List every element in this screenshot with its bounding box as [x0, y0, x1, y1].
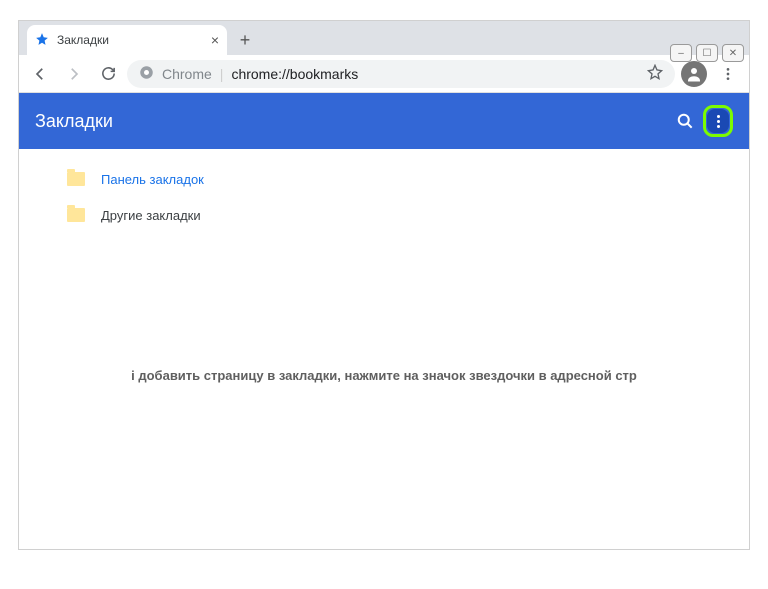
minimize-button[interactable]: –	[670, 44, 692, 62]
close-window-button[interactable]: ✕	[722, 44, 744, 62]
bookmark-folder-list: Панель закладок Другие закладки	[19, 149, 749, 245]
browser-window: – ☐ ✕ Закладки × + Chrome |	[18, 20, 750, 550]
tab-title: Закладки	[57, 33, 203, 47]
back-button[interactable]	[25, 59, 55, 89]
profile-avatar[interactable]	[681, 61, 707, 87]
folder-other-bookmarks[interactable]: Другие закладки	[19, 197, 749, 233]
maximize-button[interactable]: ☐	[696, 44, 718, 62]
star-icon	[35, 32, 49, 49]
folder-label: Другие закладки	[101, 208, 201, 223]
reload-button[interactable]	[93, 59, 123, 89]
empty-state-hint: і добавить страницу в закладки, нажмите …	[18, 368, 750, 383]
browser-menu-button[interactable]	[713, 59, 743, 89]
site-chrome-icon	[139, 65, 154, 83]
bookmark-star-icon[interactable]	[647, 64, 663, 83]
page-title: Закладки	[35, 111, 667, 132]
bookmarks-header: Закладки	[19, 93, 749, 149]
folder-icon	[67, 208, 85, 222]
tab-strip: Закладки × +	[19, 21, 749, 55]
window-controls: – ☐ ✕	[670, 40, 750, 62]
bookmarks-page: Закладки Панель закладок Другие закладки	[19, 93, 749, 549]
search-bookmarks-button[interactable]	[667, 103, 703, 139]
address-bar[interactable]: Chrome | chrome://bookmarks	[127, 60, 675, 88]
folder-icon	[67, 172, 85, 186]
bookmarks-more-button-highlighted[interactable]	[703, 105, 733, 137]
new-tab-button[interactable]: +	[231, 26, 259, 54]
tab-close-button[interactable]: ×	[211, 32, 219, 48]
browser-toolbar: Chrome | chrome://bookmarks	[19, 55, 749, 93]
more-vert-icon	[707, 109, 729, 133]
folder-label: Панель закладок	[101, 172, 204, 187]
folder-bookmarks-bar[interactable]: Панель закладок	[19, 161, 749, 197]
forward-button[interactable]	[59, 59, 89, 89]
omnibox-path: chrome://bookmarks	[231, 66, 358, 82]
omnibox-divider: |	[220, 66, 224, 82]
browser-tab[interactable]: Закладки ×	[27, 25, 227, 55]
omnibox-origin: Chrome	[162, 66, 212, 82]
